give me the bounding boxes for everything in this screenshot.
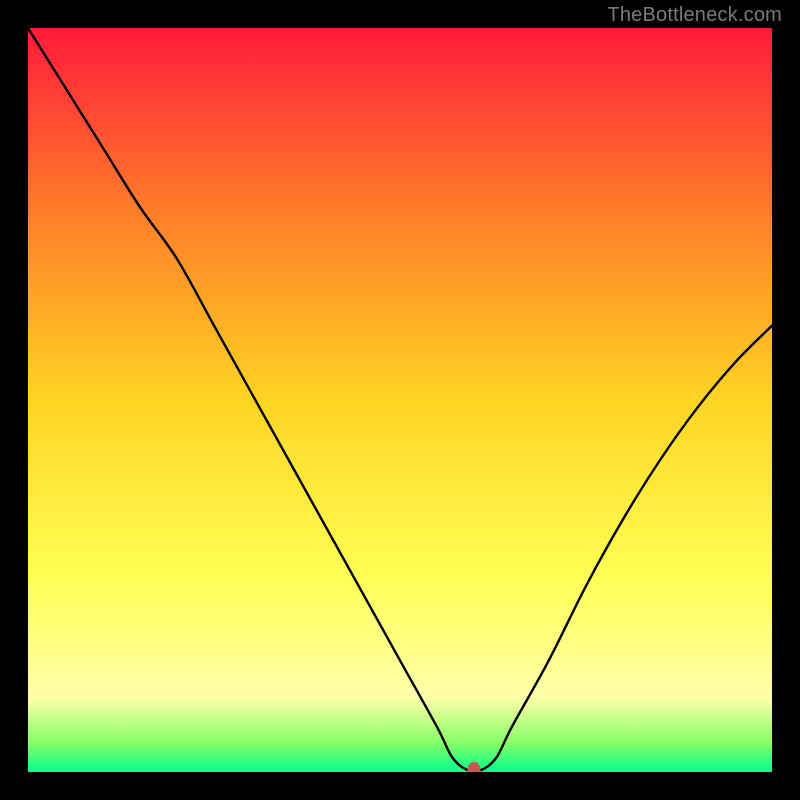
chart-frame: TheBottleneck.com	[0, 0, 800, 800]
watermark-text: TheBottleneck.com	[607, 4, 782, 27]
optimal-point-marker	[468, 762, 481, 772]
plot-svg	[28, 28, 772, 772]
plot-area	[28, 28, 772, 772]
